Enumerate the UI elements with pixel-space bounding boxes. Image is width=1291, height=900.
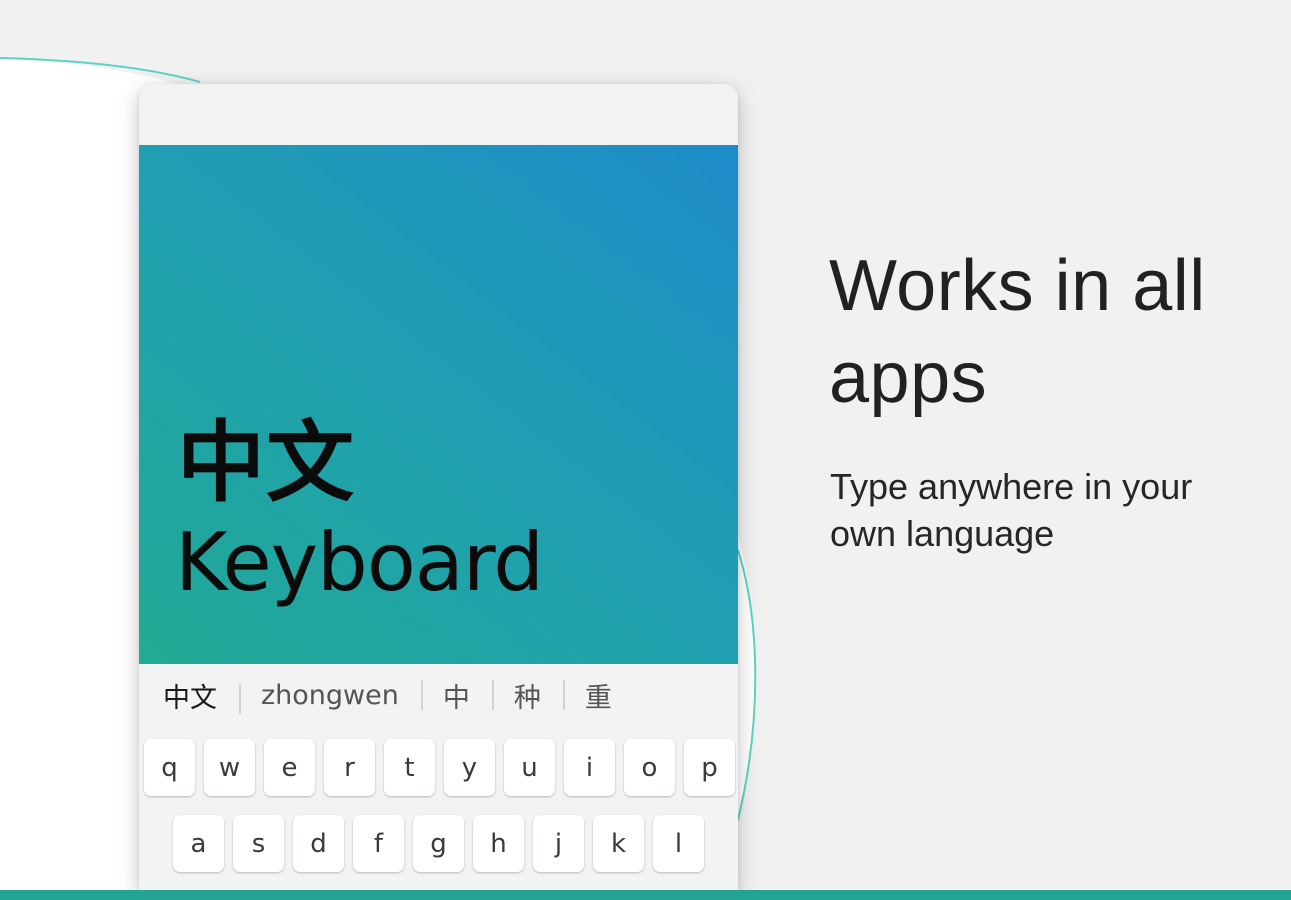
key-r[interactable]: r xyxy=(324,739,375,796)
key-e[interactable]: e xyxy=(264,739,315,796)
feature-headline: Works in all apps xyxy=(829,246,1206,418)
suggestion-item[interactable]: zhongwen xyxy=(239,680,421,714)
key-j[interactable]: j xyxy=(533,815,584,872)
keyboard: q w e r t y u i o p a s d f g h j k l xyxy=(139,727,738,890)
key-k[interactable]: k xyxy=(593,815,644,872)
key-a[interactable]: a xyxy=(173,815,224,872)
keyboard-row-1: q w e r t y u i o p xyxy=(144,739,735,796)
key-q[interactable]: q xyxy=(144,739,195,796)
suggestion-item[interactable]: 中文 xyxy=(139,676,239,715)
key-w[interactable]: w xyxy=(204,739,255,796)
key-p[interactable]: p xyxy=(684,739,735,796)
hero-title-chinese: 中文 xyxy=(177,411,356,514)
key-o[interactable]: o xyxy=(624,739,675,796)
suggestion-item[interactable]: 中 xyxy=(420,676,492,715)
suggestion-item[interactable]: 重 xyxy=(562,676,634,715)
key-d[interactable]: d xyxy=(293,815,344,872)
hero-title-english: Keyboard xyxy=(175,516,544,609)
key-l[interactable]: l xyxy=(653,815,704,872)
key-u[interactable]: u xyxy=(504,739,555,796)
feature-subtitle: Type anywhere in your own language xyxy=(830,466,1193,554)
suggestion-strip: 中文 zhongwen 中 种 重 xyxy=(139,664,738,727)
key-t[interactable]: t xyxy=(384,739,435,796)
key-y[interactable]: y xyxy=(444,739,495,796)
keyboard-row-2: a s d f g h j k l xyxy=(173,815,704,872)
key-h[interactable]: h xyxy=(473,815,524,872)
key-s[interactable]: s xyxy=(233,815,284,872)
phone-status-bar xyxy=(139,84,738,145)
bottom-accent-bar xyxy=(0,890,1291,900)
key-g[interactable]: g xyxy=(413,815,464,872)
key-f[interactable]: f xyxy=(353,815,404,872)
key-i[interactable]: i xyxy=(564,739,615,796)
suggestion-item[interactable]: 种 xyxy=(491,676,563,715)
phone-mockup: 中文 Keyboard 中文 zhongwen 中 种 重 q w e r t … xyxy=(139,84,738,890)
hero-banner: 中文 Keyboard xyxy=(139,145,738,664)
